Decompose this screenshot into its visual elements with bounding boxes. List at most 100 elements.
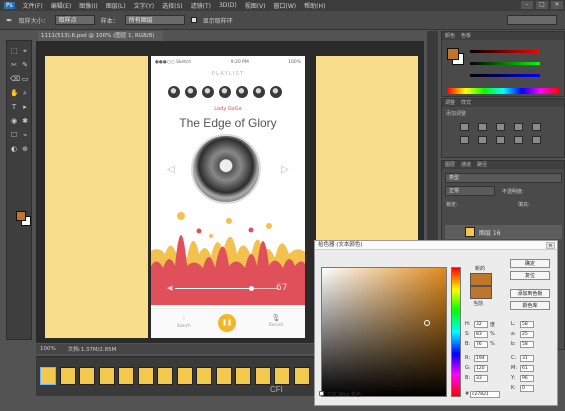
menu-item[interactable]: 图层(L): [106, 1, 126, 10]
volume-slider-knob[interactable]: [249, 286, 254, 291]
pause-button[interactable]: ❚❚: [218, 314, 236, 332]
zoom-tool-icon[interactable]: ⌕: [21, 89, 29, 97]
menu-item[interactable]: 滤镜(T): [191, 1, 211, 10]
next-arrow-icon[interactable]: ▷: [281, 164, 289, 175]
adjustment-preset-icon[interactable]: [514, 136, 523, 144]
timeline-frame[interactable]: [137, 367, 154, 385]
timeline-frame[interactable]: [254, 367, 271, 385]
eraser-tool-icon[interactable]: ⌫: [10, 75, 20, 83]
move-tool-icon[interactable]: ⌖: [21, 47, 29, 55]
timeline-frame[interactable]: [235, 367, 251, 385]
adjustment-preset-icon[interactable]: [496, 123, 505, 131]
frame-tool-icon[interactable]: ☐: [10, 131, 18, 139]
dialog-close-button[interactable]: ✕: [546, 242, 555, 249]
lasso-tool-icon[interactable]: ⌁: [21, 131, 29, 139]
layers-tab[interactable]: 图层: [445, 161, 455, 169]
brush-tool-icon[interactable]: ✎: [21, 61, 29, 69]
playlist-avatar[interactable]: [253, 86, 265, 98]
menu-item[interactable]: 帮助(H): [304, 1, 325, 10]
previous-arrow-icon[interactable]: ◁: [167, 164, 175, 175]
menu-item[interactable]: 文件(F): [23, 1, 43, 10]
blend-mode-select[interactable]: 正常: [445, 186, 495, 196]
timeline-frame[interactable]: [40, 367, 56, 385]
timeline-frame[interactable]: [59, 367, 76, 385]
color-value-input[interactable]: 96: [520, 375, 534, 382]
color-value-input[interactable]: 76: [474, 341, 488, 348]
color-spectrum-ramp[interactable]: [447, 88, 559, 94]
color-value-input[interactable]: 83: [474, 331, 488, 338]
workspace-select[interactable]: [507, 15, 557, 25]
color-value-input[interactable]: 31: [520, 355, 534, 362]
foreground-color-swatch[interactable]: [16, 211, 26, 221]
search-nav-item[interactable]: ⫶ Search: [177, 314, 191, 328]
adjustment-preset-icon[interactable]: [532, 123, 541, 131]
color-value-input[interactable]: 58: [520, 341, 534, 348]
ok-button[interactable]: 确定: [510, 259, 550, 268]
sample-size-select[interactable]: 取样点: [54, 15, 95, 25]
timeline-frame[interactable]: [293, 367, 310, 385]
menu-item[interactable]: 选择(S): [162, 1, 183, 10]
record-nav-item[interactable]: 🎙 Record: [269, 314, 283, 327]
marquee-tool-icon[interactable]: ⬚: [10, 47, 18, 55]
adjustment-preset-icon[interactable]: [532, 136, 541, 144]
show-ring-checkbox[interactable]: [190, 17, 197, 23]
document-tab[interactable]: 1111(513).6.psd @ 100% (图层 1, RGB/8): [38, 31, 163, 41]
stamp-tool-icon[interactable]: ✱: [21, 117, 29, 125]
adjustment-preset-icon[interactable]: [460, 136, 469, 144]
hue-slider[interactable]: [451, 267, 461, 397]
crop-tool-icon[interactable]: ✂: [10, 61, 18, 69]
color-value-input[interactable]: 33: [474, 375, 488, 382]
playlist-avatar[interactable]: [185, 86, 197, 98]
current-color-preview[interactable]: [470, 286, 492, 299]
paths-tab[interactable]: 路径: [477, 161, 487, 169]
panel-foreground-swatch[interactable]: [447, 48, 459, 60]
timeline-frame[interactable]: [118, 367, 134, 385]
timeline-frame[interactable]: [98, 367, 115, 385]
color-tab[interactable]: 颜色: [445, 32, 455, 40]
swatches-tab[interactable]: 色板: [461, 32, 471, 40]
red-slider[interactable]: [470, 50, 540, 53]
eyedropper-icon[interactable]: ✒: [6, 16, 13, 25]
healing-tool-icon[interactable]: ⊕: [21, 145, 29, 153]
styles-tab[interactable]: 样式: [461, 99, 471, 107]
color-value-input[interactable]: 120: [474, 365, 488, 372]
menu-item[interactable]: 编辑(E): [51, 1, 71, 10]
playlist-avatar[interactable]: [168, 86, 180, 98]
sample-select[interactable]: 所有图层: [124, 15, 185, 25]
color-value-input[interactable]: 58: [520, 321, 534, 328]
web-only-checkbox[interactable]: [319, 391, 324, 396]
shape-tool-icon[interactable]: ▭: [21, 75, 29, 83]
color-value-input[interactable]: 32: [474, 321, 488, 328]
close-button[interactable]: ✕: [551, 1, 563, 9]
hand-tool-icon[interactable]: ✋: [10, 89, 19, 97]
zoom-level[interactable]: 100%: [40, 346, 56, 352]
timeline-frame[interactable]: [274, 367, 290, 385]
green-slider[interactable]: [470, 62, 540, 65]
timeline-frame[interactable]: [157, 367, 173, 385]
color-value-input[interactable]: 194: [474, 355, 488, 362]
menu-item[interactable]: 窗口(W): [274, 1, 297, 10]
timeline-frame[interactable]: [196, 367, 212, 385]
menu-item[interactable]: 视图(V): [245, 1, 266, 10]
color-value-input[interactable]: 25: [520, 331, 534, 338]
layer-row[interactable]: 图层 16: [445, 225, 562, 239]
color-value-input[interactable]: 0: [520, 385, 534, 392]
playlist-avatar[interactable]: [219, 86, 231, 98]
timeline-frame[interactable]: [215, 367, 232, 385]
adjustment-preset-icon[interactable]: [496, 136, 505, 144]
timeline-frame[interactable]: [176, 367, 193, 385]
path-select-icon[interactable]: ▸: [21, 103, 29, 111]
maximize-button[interactable]: □: [536, 1, 548, 9]
saturation-brightness-field[interactable]: [321, 267, 447, 397]
menu-item[interactable]: 3D(D): [219, 2, 237, 9]
layer-filter-kind[interactable]: 类型: [445, 173, 562, 183]
playlist-avatar[interactable]: [202, 86, 214, 98]
reset-button[interactable]: 复位: [510, 271, 550, 280]
adjustment-preset-icon[interactable]: [478, 123, 487, 131]
blur-tool-icon[interactable]: ◉: [10, 117, 18, 125]
color-libraries-button[interactable]: 颜色库: [510, 301, 550, 310]
menu-item[interactable]: 文字(Y): [134, 1, 154, 10]
playlist-avatar[interactable]: [236, 86, 248, 98]
channels-tab[interactable]: 通道: [461, 161, 471, 169]
adjustment-preset-icon[interactable]: [460, 123, 469, 131]
